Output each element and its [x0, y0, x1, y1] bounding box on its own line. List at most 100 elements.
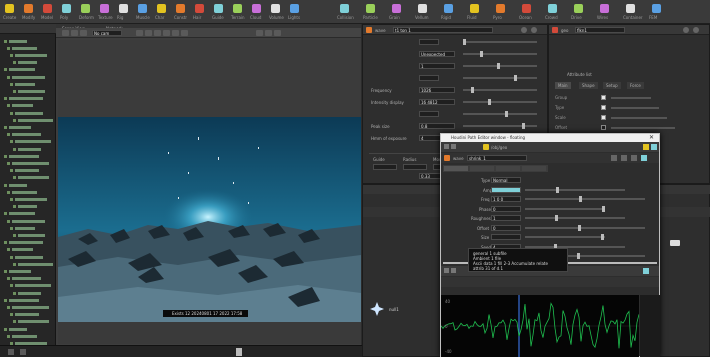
slider-knob[interactable] — [471, 87, 474, 93]
param-field[interactable]: Normal — [491, 177, 521, 183]
slider-knob[interactable] — [480, 51, 483, 57]
section-field[interactable] — [373, 164, 397, 170]
tree-item[interactable] — [7, 304, 57, 310]
param-field[interactable]: 1 0 0 — [491, 196, 521, 202]
grid-button[interactable] — [172, 30, 179, 36]
option-checkbox[interactable] — [601, 95, 606, 100]
channel-graph[interactable]: 40 0 -40 — [440, 295, 640, 357]
shelf-tool-icon[interactable] — [444, 4, 453, 13]
node-name-field[interactable]: flkn1 — [575, 27, 625, 33]
link-icon[interactable] — [651, 144, 657, 150]
param-slider[interactable] — [463, 123, 537, 129]
option-checkbox[interactable] — [601, 115, 606, 120]
tree-item[interactable] — [4, 326, 54, 332]
back-icon[interactable] — [444, 144, 449, 149]
tree-item[interactable] — [7, 189, 57, 195]
tree-item[interactable] — [10, 139, 60, 145]
slider-knob[interactable] — [555, 215, 558, 221]
gear-icon[interactable] — [611, 155, 617, 161]
node-name-field[interactable]: shrink_1 — [467, 155, 527, 161]
shelf-tool-icon[interactable] — [62, 4, 71, 13]
shelf-tool-icon[interactable] — [5, 4, 14, 13]
tab-4[interactable] — [522, 166, 546, 171]
tree-item[interactable] — [7, 276, 57, 282]
tab-2[interactable] — [470, 166, 494, 171]
tree-item[interactable] — [10, 110, 60, 116]
param-slider[interactable] — [463, 39, 537, 45]
wire-button[interactable] — [154, 30, 161, 36]
rotate-tool-button[interactable] — [80, 30, 87, 36]
view-button[interactable] — [274, 30, 281, 36]
shelf-tool-icon[interactable] — [418, 4, 427, 13]
param-field[interactable]: Unexpected — [419, 51, 455, 57]
tree-item[interactable] — [4, 38, 54, 44]
back-icon[interactable] — [444, 268, 449, 273]
network-node[interactable] — [670, 240, 680, 246]
tree-item[interactable] — [10, 196, 60, 202]
node-name-field[interactable]: t1 ton 1 — [393, 27, 493, 33]
tree-item[interactable] — [7, 218, 57, 224]
slider-knob[interactable] — [579, 196, 582, 202]
param-slider[interactable] — [463, 111, 537, 117]
shelf-tool-icon[interactable] — [195, 4, 204, 13]
shelf-tool-icon[interactable] — [271, 4, 280, 13]
shelf-tool-icon[interactable] — [392, 4, 401, 13]
slider-knob[interactable] — [602, 205, 605, 212]
param-slider[interactable] — [525, 224, 645, 231]
tree-item[interactable] — [4, 211, 54, 217]
tree-item[interactable] — [4, 96, 54, 102]
persp-button[interactable] — [265, 30, 272, 36]
tree-item[interactable] — [4, 268, 54, 274]
tree-item[interactable] — [4, 297, 54, 303]
window-titlebar[interactable]: Houdini Path Editor window - floating ✕ — [441, 134, 659, 142]
tree-item[interactable] — [7, 247, 57, 253]
forward-icon[interactable] — [451, 144, 456, 149]
param-field[interactable]: 0 — [491, 224, 521, 231]
shelf-tool-icon[interactable] — [43, 4, 52, 13]
option-checkbox[interactable] — [601, 105, 606, 110]
slider-knob[interactable] — [522, 123, 525, 129]
display-button[interactable] — [136, 30, 143, 36]
param-slider[interactable] — [463, 87, 537, 93]
stop-button[interactable] — [20, 349, 26, 355]
shelf-tool-icon[interactable] — [252, 4, 261, 13]
forward-icon[interactable] — [451, 268, 456, 273]
shelf-tool-icon[interactable] — [340, 4, 349, 13]
shelf-tool-icon[interactable] — [626, 4, 635, 13]
slider-knob[interactable] — [601, 234, 604, 240]
tab-1[interactable] — [444, 166, 468, 171]
search-icon[interactable] — [631, 155, 637, 161]
shelf-tool-icon[interactable] — [100, 4, 109, 13]
ghost-button[interactable] — [256, 30, 263, 36]
tree-item[interactable] — [7, 103, 57, 109]
link-icon[interactable] — [643, 268, 649, 274]
shelf-tool-icon[interactable] — [574, 4, 583, 13]
tree-item[interactable] — [4, 240, 54, 246]
camera-dropdown[interactable]: No cam — [92, 30, 122, 36]
param-slider[interactable] — [463, 51, 537, 57]
tab-main[interactable]: Main — [555, 82, 571, 89]
path-label[interactable]: /obj/geo — [491, 145, 507, 150]
slider-knob[interactable] — [488, 99, 491, 105]
tree-item[interactable] — [7, 74, 57, 80]
tab-3[interactable] — [496, 166, 520, 171]
tree-item[interactable] — [7, 333, 57, 339]
timeline-cursor[interactable] — [236, 348, 242, 356]
shelf-tool-icon[interactable] — [176, 4, 185, 13]
shading-button[interactable] — [145, 30, 152, 36]
shelf-tool-icon[interactable] — [652, 4, 661, 13]
help-icon[interactable] — [693, 27, 699, 33]
param-slider[interactable] — [525, 215, 625, 221]
shelf-tool-icon[interactable] — [470, 4, 479, 13]
shelf-tool-icon[interactable] — [290, 4, 299, 13]
shelf-tool-icon[interactable] — [522, 4, 531, 13]
tree-item[interactable] — [4, 124, 54, 130]
param-slider[interactable] — [463, 99, 537, 105]
shelf-tool-icon[interactable] — [214, 4, 223, 13]
param-field[interactable]: 0 — [491, 205, 521, 212]
snap-button[interactable] — [163, 30, 170, 36]
shelf-tool-icon[interactable] — [233, 4, 242, 13]
tab-setup[interactable]: Setup — [603, 82, 621, 89]
slider-knob[interactable] — [505, 111, 508, 117]
gear-icon[interactable] — [683, 27, 689, 33]
